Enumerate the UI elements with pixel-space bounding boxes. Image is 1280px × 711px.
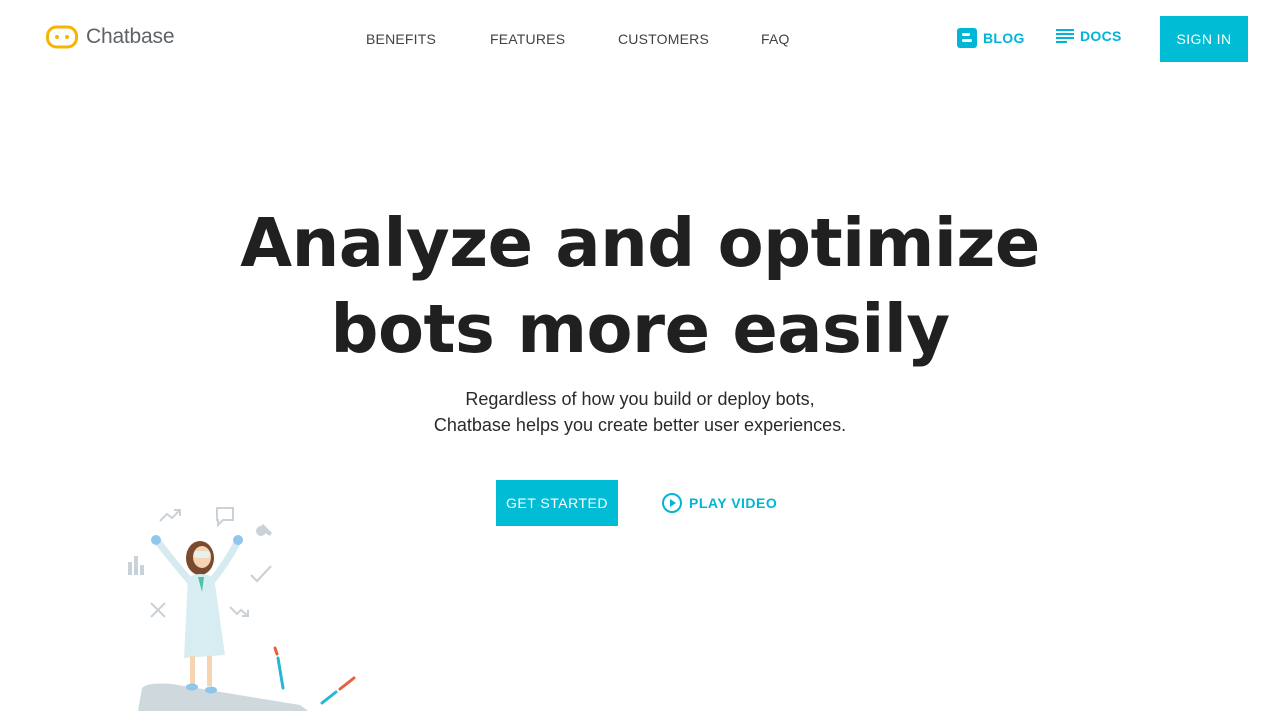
nav-features[interactable]: FEATURES <box>490 31 565 47</box>
close-icon <box>150 602 166 618</box>
bar-chart-icon <box>128 556 144 575</box>
play-circle-icon <box>662 493 682 513</box>
hero-title: Analyze and optimize bots more easily <box>0 200 1280 372</box>
scientist-illustration <box>128 507 356 711</box>
hero-title-line1: Analyze and optimize <box>240 204 1040 282</box>
trend-down-icon <box>229 606 249 617</box>
get-started-button[interactable]: GET STARTED <box>496 480 618 526</box>
play-video-link[interactable]: PLAY VIDEO <box>661 492 777 514</box>
check-icon <box>250 565 272 583</box>
hero-subtitle-line1: Regardless of how you build or deploy bo… <box>465 389 815 409</box>
blog-link[interactable]: BLOG <box>957 28 1025 48</box>
scientist-figure <box>151 535 243 694</box>
sign-in-button[interactable]: SIGN IN <box>1160 16 1248 62</box>
trend-up-icon <box>159 509 181 522</box>
confetti-decoration <box>273 646 356 705</box>
site-header: Chatbase BENEFITS FEATURES CUSTOMERS FAQ… <box>0 0 1280 78</box>
hero-title-line2: bots more easily <box>330 290 950 368</box>
nav-benefits[interactable]: BENEFITS <box>366 31 436 47</box>
wrench-icon <box>256 524 272 536</box>
comment-icon <box>216 507 234 528</box>
blog-label: BLOG <box>983 30 1025 46</box>
blogger-icon <box>957 28 977 48</box>
nav-customers[interactable]: CUSTOMERS <box>618 31 709 47</box>
hero-subtitle-line2: Chatbase helps you create better user ex… <box>433 415 847 435</box>
docs-label: DOCS <box>1080 28 1122 44</box>
document-lines-icon <box>1056 29 1074 43</box>
nav-faq[interactable]: FAQ <box>761 31 790 47</box>
docs-link[interactable]: DOCS <box>1056 28 1122 44</box>
hero-subtitle: Regardless of how you build or deploy bo… <box>0 386 1280 438</box>
play-video-label: PLAY VIDEO <box>689 495 778 511</box>
